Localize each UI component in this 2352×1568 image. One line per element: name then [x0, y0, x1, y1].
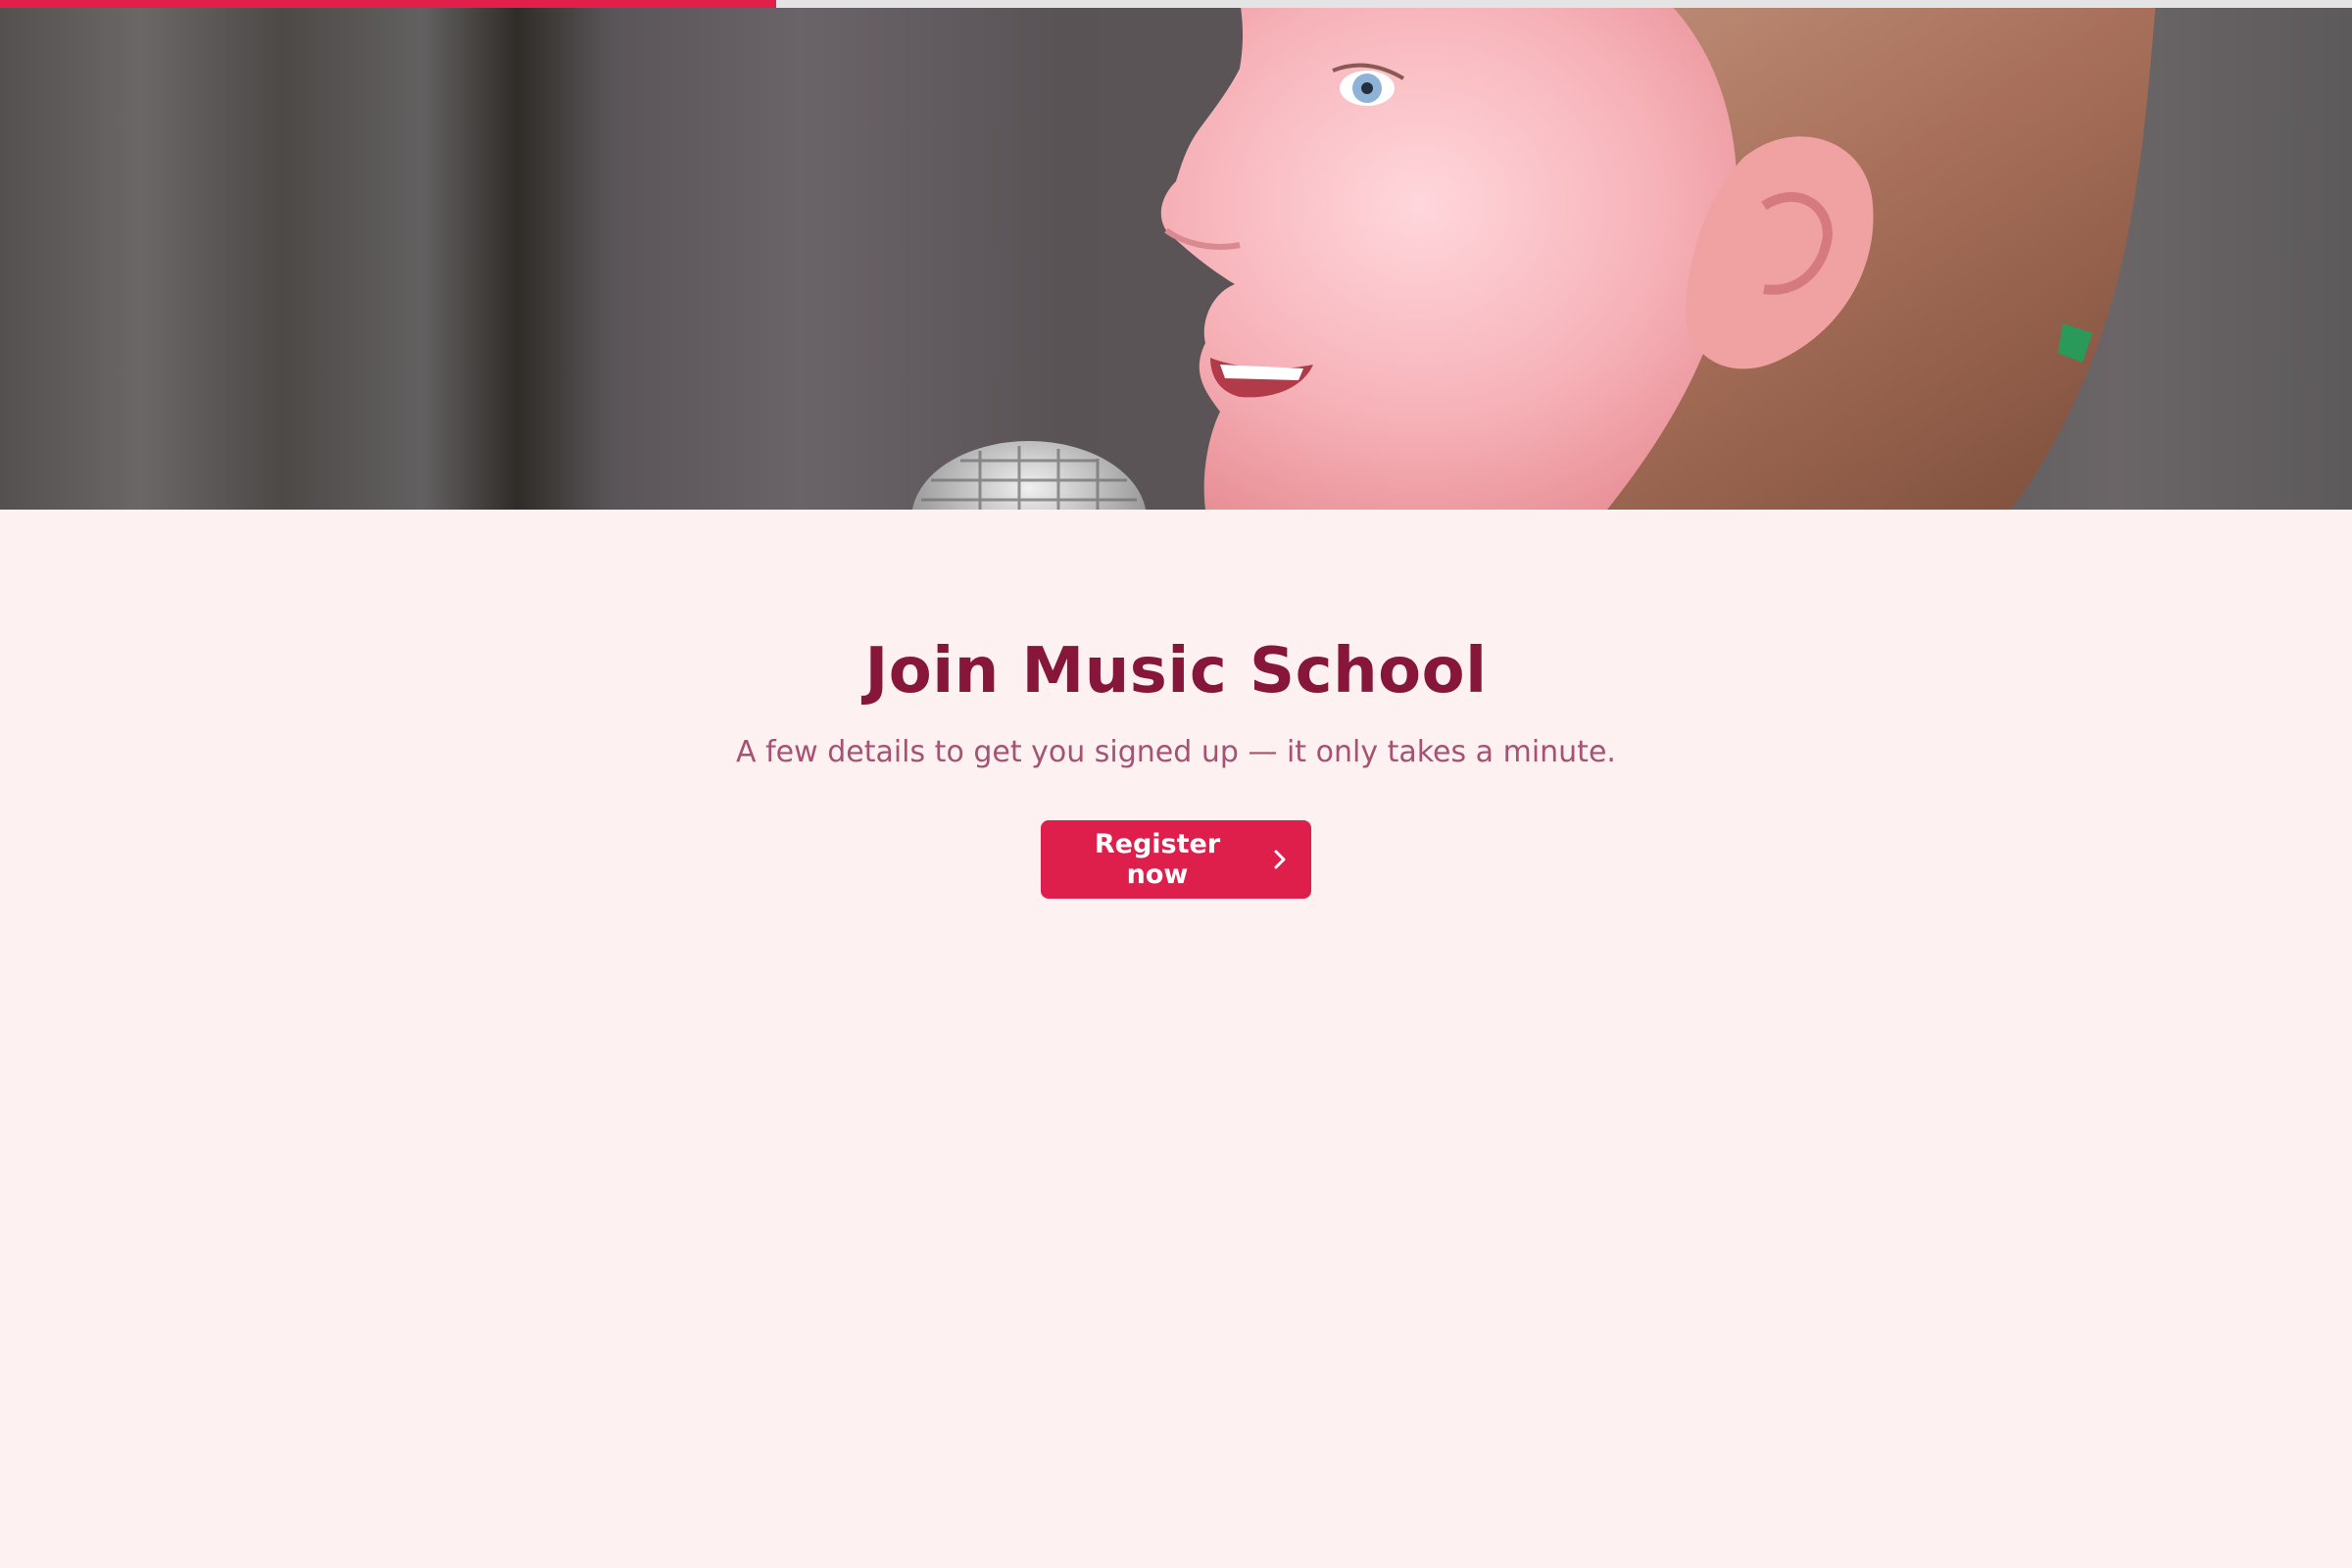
progress-bar-fill	[0, 0, 776, 8]
main-content: Join Music School A few details to get y…	[0, 510, 2352, 900]
hero-image	[0, 0, 2352, 510]
register-button-label: Register now	[1094, 829, 1221, 891]
page-subtitle: A few details to get you signed up — it …	[736, 735, 1616, 770]
register-now-button[interactable]: Register now	[1041, 820, 1311, 900]
progress-bar	[0, 0, 2352, 8]
chevron-right-icon	[1272, 848, 1288, 871]
page-title: Join Music School	[864, 635, 1488, 708]
